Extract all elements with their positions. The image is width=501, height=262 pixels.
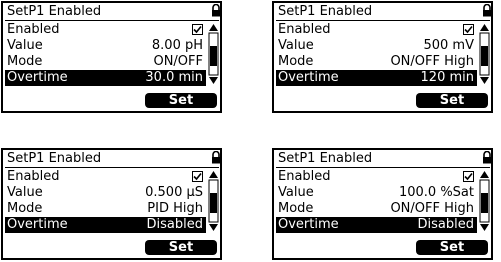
scroll-down-arrow-icon — [480, 77, 489, 84]
row-label: Overtime — [278, 70, 339, 85]
scroll-thumb — [210, 46, 217, 66]
row-label: Mode — [278, 54, 314, 69]
lock-icon — [212, 4, 220, 17]
checked-checkbox-icon[interactable] — [192, 171, 203, 182]
row-value: Disabled — [417, 217, 474, 232]
list-item-mode[interactable]: Mode ON/OFF High — [276, 201, 477, 217]
list-item-value[interactable]: Value 0.500 µS — [5, 185, 206, 201]
list-item-value[interactable]: Value 100.0 %Sat — [276, 185, 477, 201]
scrollbar[interactable] — [208, 169, 219, 233]
list-item-overtime[interactable]: Overtime Disabled — [276, 217, 477, 233]
row-label: Enabled — [278, 169, 331, 184]
scroll-down-arrow-icon — [480, 224, 489, 231]
row-value: 0.500 µS — [145, 185, 203, 200]
list-item-overtime[interactable]: Overtime Disabled — [5, 217, 206, 233]
list-item-value[interactable]: Value 8.00 pH — [5, 38, 206, 54]
checked-checkbox-icon[interactable] — [463, 24, 474, 35]
row-value: ON/OFF High — [390, 201, 474, 216]
list-item-enabled[interactable]: Enabled — [5, 169, 206, 185]
row-label: Enabled — [278, 22, 331, 37]
row-label: Overtime — [7, 70, 68, 85]
row-value: 30.0 min — [145, 70, 203, 85]
row-value: 500 mV — [423, 38, 474, 53]
screen-title: SetP1 Enabled — [5, 3, 219, 21]
scroll-thumb — [210, 193, 217, 213]
list-item-enabled[interactable]: Enabled — [5, 22, 206, 38]
row-label: Mode — [7, 54, 43, 69]
set-button[interactable]: Set — [145, 240, 217, 255]
row-label: Value — [278, 185, 314, 200]
row-label: Overtime — [7, 217, 68, 232]
settings-list: Enabled Value 500 mV Mode ON/OFF High Ov… — [276, 22, 477, 86]
lock-icon — [483, 4, 491, 17]
lcd-screen-2: SetP1 Enabled Enabled Value 500 mV Mode … — [272, 1, 493, 113]
scroll-down-arrow-icon — [209, 77, 218, 84]
row-label: Mode — [7, 201, 43, 216]
scroll-up-arrow-icon — [209, 24, 218, 31]
checked-checkbox-icon[interactable] — [192, 24, 203, 35]
row-label: Value — [7, 185, 43, 200]
row-label: Value — [7, 38, 43, 53]
set-button[interactable]: Set — [416, 93, 488, 108]
lock-icon — [483, 151, 491, 164]
scroll-up-arrow-icon — [480, 24, 489, 31]
row-label: Value — [278, 38, 314, 53]
set-button[interactable]: Set — [416, 240, 488, 255]
checked-checkbox-icon[interactable] — [463, 171, 474, 182]
list-item-enabled[interactable]: Enabled — [276, 22, 477, 38]
row-label: Enabled — [7, 22, 60, 37]
list-item-overtime[interactable]: Overtime 30.0 min — [5, 70, 206, 86]
row-label: Mode — [278, 201, 314, 216]
list-item-mode[interactable]: Mode PID High — [5, 201, 206, 217]
list-item-mode[interactable]: Mode ON/OFF High — [276, 54, 477, 70]
list-item-value[interactable]: Value 500 mV — [276, 38, 477, 54]
lcd-screen-1: SetP1 Enabled Enabled Value 8.00 pH Mode… — [1, 1, 222, 113]
scroll-thumb — [481, 193, 488, 213]
scrollbar[interactable] — [208, 22, 219, 86]
lcd-screen-4: SetP1 Enabled Enabled Value 100.0 %Sat M… — [272, 148, 493, 260]
row-value: 120 min — [420, 70, 474, 85]
row-value: ON/OFF — [153, 54, 203, 69]
scroll-down-arrow-icon — [209, 224, 218, 231]
row-label: Overtime — [278, 217, 339, 232]
row-value: PID High — [147, 201, 203, 216]
settings-list: Enabled Value 0.500 µS Mode PID High Ove… — [5, 169, 206, 233]
scroll-up-arrow-icon — [480, 171, 489, 178]
screen-title: SetP1 Enabled — [276, 3, 490, 21]
list-item-mode[interactable]: Mode ON/OFF — [5, 54, 206, 70]
scrollbar[interactable] — [479, 22, 490, 86]
list-item-enabled[interactable]: Enabled — [276, 169, 477, 185]
settings-list: Enabled Value 100.0 %Sat Mode ON/OFF Hig… — [276, 169, 477, 233]
settings-list: Enabled Value 8.00 pH Mode ON/OFF Overti… — [5, 22, 206, 86]
screen-title: SetP1 Enabled — [276, 150, 490, 168]
row-value: 8.00 pH — [151, 38, 203, 53]
row-label: Enabled — [7, 169, 60, 184]
lcd-screen-3: SetP1 Enabled Enabled Value 0.500 µS Mod… — [1, 148, 222, 260]
scroll-up-arrow-icon — [209, 171, 218, 178]
row-value: 100.0 %Sat — [398, 185, 474, 200]
scrollbar[interactable] — [479, 169, 490, 233]
row-value: Disabled — [146, 217, 203, 232]
set-button[interactable]: Set — [145, 93, 217, 108]
row-value: ON/OFF High — [390, 54, 474, 69]
lock-icon — [212, 151, 220, 164]
list-item-overtime[interactable]: Overtime 120 min — [276, 70, 477, 86]
screen-title: SetP1 Enabled — [5, 150, 219, 168]
scroll-thumb — [481, 46, 488, 66]
